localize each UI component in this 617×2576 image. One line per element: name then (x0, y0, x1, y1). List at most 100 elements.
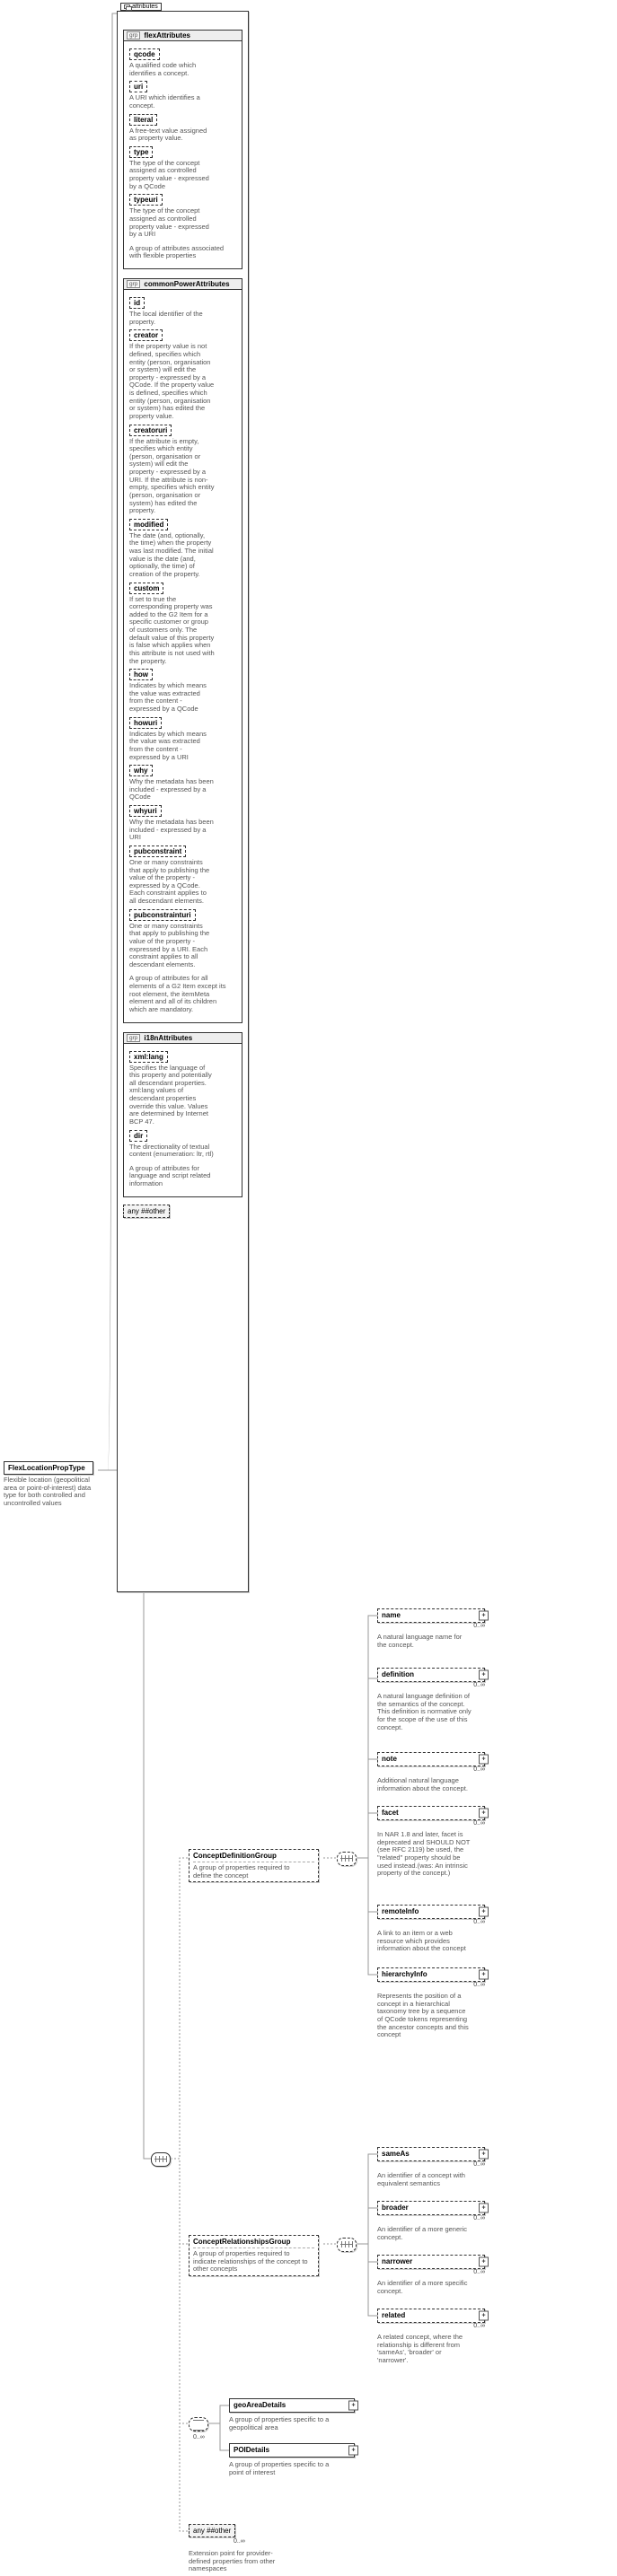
attr-id: idThe local identifier of the property. (129, 297, 236, 326)
expand-icon[interactable]: + (479, 1670, 489, 1680)
sequence-connector-cdg (337, 1852, 357, 1866)
attributes-container: attributes grpflexAttributes qcodeA qual… (117, 11, 249, 1592)
group-flex-title: flexAttributes (144, 31, 190, 39)
attr-why: whyWhy the metadata has been included - … (129, 765, 236, 802)
element-geoareadetails: geoAreaDetails+ A group of properties sp… (229, 2398, 355, 2431)
element-related-desc: A related concept, where the relationshi… (377, 2334, 472, 2365)
expand-icon[interactable]: + (479, 2150, 489, 2160)
attributes-tab: attributes (120, 3, 162, 11)
group-i18n-header: grpi18nAttributes (123, 1032, 242, 1044)
attr-name-why: why (129, 765, 153, 776)
attr-howuri: howuriIndicates by which means the value… (129, 717, 236, 762)
attr-name-id: id (129, 297, 145, 309)
attr-uri: uriA URI which identifies a concept. (129, 81, 236, 110)
occurrence: 0..∞ (473, 1766, 485, 1773)
root-type: FlexLocationPropType Flexible location (… (4, 1461, 93, 1508)
element-note-title: note (382, 1755, 397, 1763)
expand-icon[interactable]: + (479, 2311, 489, 2321)
any-element-desc: Extension point for provider-defined pro… (189, 2550, 292, 2573)
group-common-body: idThe local identifier of the property. … (123, 289, 242, 1023)
attr-pubconstrainturi: pubconstrainturiOne or many constraints … (129, 909, 236, 969)
any-attribute-label: any ##other (128, 1207, 165, 1215)
attr-desc-modified: The date (and, optionally, the time) whe… (129, 532, 215, 579)
element-related: related+ 0..∞ A related concept, where t… (377, 2309, 485, 2365)
element-hierarchyinfo-title: hierarchyInfo (382, 1970, 427, 1978)
element-definition-title: definition (382, 1670, 414, 1678)
concept-definition-title: ConceptDefinitionGroup (193, 1852, 314, 1860)
element-note: note+ 0..∞ Additional natural language i… (377, 1752, 485, 1792)
group-common-desc: A group of attributes for all elements o… (124, 972, 234, 1018)
attr-whyuri: whyuriWhy the metadata has been included… (129, 805, 236, 842)
attr-name-creatoruri: creatoruri (129, 425, 172, 436)
sequence-connector-main (151, 2152, 171, 2167)
occurrence: 0..∞ (473, 2323, 485, 2329)
element-facet-title: facet (382, 1809, 399, 1817)
grp-badge: grp (127, 31, 140, 39)
attr-custom: custom If set to true the corresponding p… (129, 583, 236, 666)
occurrence: 0..∞ (473, 1623, 485, 1629)
element-hierarchyinfo-desc: Represents the position of a concept in … (377, 1993, 472, 2039)
attr-creatoruri: creatoruriIf the attribute is empty, spe… (129, 425, 236, 515)
element-poidetails-desc: A group of properties specific to a poin… (229, 2461, 332, 2476)
attr-desc-xmllang: Specifies the language of this property … (129, 1065, 215, 1126)
element-definition-desc: A natural language definition of the sem… (377, 1693, 472, 1731)
expand-icon[interactable]: + (479, 1970, 489, 1980)
group-common-header: grpcommonPowerAttributes (123, 278, 242, 290)
attributes-icon (124, 4, 130, 10)
attr-name-uri: uri (129, 81, 147, 92)
element-related-title: related (382, 2311, 405, 2319)
element-broader-title: broader (382, 2204, 409, 2212)
attr-desc-how: Indicates by which means the value was e… (129, 682, 215, 714)
any-attribute: any ##other (123, 1205, 170, 1218)
element-geoareadetails-title: geoAreaDetails (234, 2401, 286, 2409)
occurrence: 0..∞ (473, 1919, 485, 1925)
expand-icon[interactable]: + (479, 1611, 489, 1621)
occurrence: 0..∞ (473, 1820, 485, 1827)
expand-icon[interactable]: + (348, 2401, 358, 2411)
element-remoteinfo-desc: A link to an item or a web resource whic… (377, 1930, 472, 1953)
group-flex-body: qcodeA qualified code which identifies a… (123, 40, 242, 269)
expand-icon[interactable]: + (479, 1809, 489, 1818)
element-broader: broader+ 0..∞ An identifier of a more ge… (377, 2201, 485, 2241)
attr-how: howIndicates by which means the value wa… (129, 669, 236, 714)
expand-icon[interactable]: + (348, 2446, 358, 2456)
attr-desc-type: The type of the concept assigned as cont… (129, 160, 215, 191)
attr-desc-qcode: A qualified code which identifies a conc… (129, 62, 215, 77)
concept-relationships-desc: A group of properties required to indica… (193, 2250, 310, 2274)
attr-name-pubconstrainturi: pubconstrainturi (129, 909, 196, 921)
attr-name-dir: dir (129, 1130, 147, 1142)
attr-name-typeuri: typeuri (129, 194, 163, 206)
attr-desc-dir: The directionality of textual content (e… (129, 1143, 215, 1159)
element-hierarchyinfo: hierarchyInfo+ 0..∞ Represents the posit… (377, 1967, 485, 2039)
element-narrower-desc: An identifier of a more specific concept… (377, 2280, 472, 2295)
any-element: any ##other 0..∞ Extension point for pro… (189, 2524, 314, 2573)
expand-icon[interactable]: + (479, 1755, 489, 1765)
attr-name-whyuri: whyuri (129, 805, 162, 817)
element-broader-desc: An identifier of a more generic concept. (377, 2226, 472, 2241)
element-poidetails-title: POIDetails (234, 2446, 269, 2454)
element-name-title: name (382, 1611, 401, 1619)
group-flex-attributes-header: grp flexAttributes (123, 30, 242, 41)
any-element-label: any ##other (193, 2527, 231, 2535)
expand-icon[interactable]: + (479, 1907, 489, 1917)
concept-relationships-title: ConceptRelationshipsGroup (193, 2238, 314, 2246)
element-sameas-title: sameAs (382, 2150, 410, 2158)
occurrence: 0..∞ (473, 1982, 485, 1988)
attr-creator: creatorIf the property value is not defi… (129, 329, 236, 420)
attr-desc-pubconstraint: One or many constraints that apply to pu… (129, 859, 215, 906)
attr-name-xmllang: xml:lang (129, 1051, 168, 1063)
expand-icon[interactable]: + (479, 2204, 489, 2213)
element-definition: definition+ 0..∞ A natural language defi… (377, 1668, 485, 1731)
attr-desc-custom: If set to true the corresponding propert… (129, 596, 215, 666)
attr-name-custom: custom (129, 583, 163, 594)
attr-xmllang: xml:lang Specifies the language of this p… (129, 1051, 236, 1126)
group-flex-desc: A group of attributes associated with fl… (124, 242, 234, 265)
attr-desc-literal: A free-text value assigned as property v… (129, 127, 215, 143)
attr-typeuri: typeuriThe type of the concept assigned … (129, 194, 236, 239)
element-narrower-title: narrower (382, 2257, 412, 2265)
expand-icon[interactable]: + (479, 2257, 489, 2267)
concept-definition-desc: A group of properties required to define… (193, 1864, 310, 1879)
root-desc: Flexible location (geopolitical area or … (4, 1476, 93, 1508)
attr-pubconstraint: pubconstraintOne or many constraints tha… (129, 846, 236, 906)
element-narrower: narrower+ 0..∞ An identifier of a more s… (377, 2255, 485, 2295)
